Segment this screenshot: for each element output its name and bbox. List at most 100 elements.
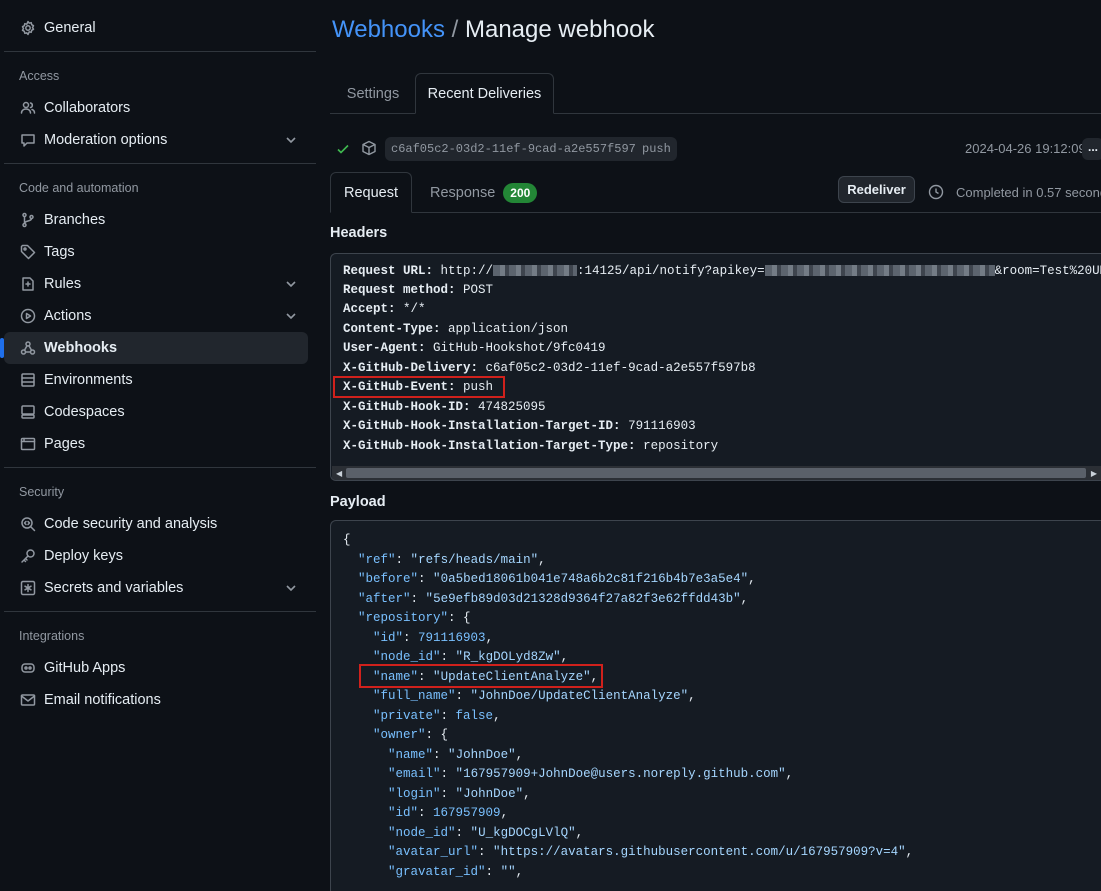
- completed-text: Completed in 0.57 seconds.: [956, 185, 1101, 200]
- sidebar-item-environments[interactable]: Environments: [4, 364, 308, 396]
- breadcrumb-separator: /: [451, 16, 459, 43]
- payload-value: JohnDoe/UpdateClientAnalyze: [478, 689, 681, 703]
- comment-icon: [19, 131, 37, 149]
- sidebar-item-label: Collaborators: [44, 100, 131, 116]
- redacted-ip: [493, 265, 578, 277]
- header-value: */*: [403, 302, 426, 316]
- gear-icon: [19, 19, 37, 37]
- payload-value: 5e9efb89d03d21328d9364f27a82f3e62ffdd43b: [433, 592, 734, 606]
- delivery-timestamp: 2024-04-26 19:12:09: [965, 141, 1086, 156]
- scrollbar-thumb[interactable]: [346, 468, 1086, 478]
- divider: [4, 51, 316, 52]
- payload-line: "repository": {: [358, 611, 471, 625]
- sidebar-item-general[interactable]: General: [4, 12, 308, 44]
- payload-line: "gravatar_id": "",: [388, 865, 524, 879]
- payload-value: 0a5bed18061b041e748a6b2c81f216b4b7e3a5e4: [440, 572, 741, 586]
- payload-line: "email": "167957909+JohnDoe@users.norepl…: [388, 767, 794, 781]
- sidebar-item-branches[interactable]: Branches: [4, 204, 308, 236]
- payload-value: 167957909+JohnDoe@users.noreply.github.c…: [463, 767, 779, 781]
- payload-line: "name": "JohnDoe",: [388, 748, 524, 762]
- tab-response[interactable]: Response 200: [430, 172, 538, 213]
- sidebar-item-label: Codespaces: [44, 404, 125, 420]
- header-value: repository: [643, 439, 719, 453]
- scroll-left-icon[interactable]: ◀: [336, 469, 342, 478]
- sidebar-item-label: Webhooks: [44, 340, 118, 356]
- sidebar-item-email-notifications[interactable]: Email notifications: [4, 684, 308, 716]
- rules-icon: [19, 275, 37, 293]
- header-value: application/json: [448, 322, 569, 336]
- codespaces-icon: [19, 403, 37, 421]
- sidebar-item-label: Environments: [44, 372, 133, 388]
- payload-value: U_kgDOCgLVlQ: [478, 826, 569, 840]
- chevron-down-icon[interactable]: [284, 133, 298, 147]
- payload-line: {: [343, 533, 351, 547]
- sidebar-item-code-security[interactable]: Code security and analysis: [4, 508, 308, 540]
- tag-icon: [19, 243, 37, 261]
- delivery-event-badge: push: [636, 137, 677, 161]
- payload-value: R_kgDOLyd8Zw: [463, 650, 554, 664]
- sidebar-item-collaborators[interactable]: Collaborators: [4, 92, 308, 124]
- sidebar-item-actions[interactable]: Actions: [4, 300, 308, 332]
- header-key: X-GitHub-Hook-Installation-Target-Type: [343, 439, 629, 453]
- play-circle-icon: [19, 307, 37, 325]
- payload-line: "node_id": "R_kgDOLyd8Zw",: [373, 650, 569, 664]
- sidebar-item-deploy-keys[interactable]: Deploy keys: [4, 540, 308, 572]
- page-title-text: Manage webhook: [464, 16, 655, 43]
- sidebar-item-secrets[interactable]: Secrets and variables: [4, 572, 308, 604]
- sidebar-item-pages[interactable]: Pages: [4, 428, 308, 460]
- horizontal-scrollbar[interactable]: ◀ ▶: [332, 466, 1101, 480]
- header-line: X-GitHub-Hook-ID: 474825095: [343, 400, 546, 414]
- apps-icon: [19, 659, 37, 677]
- payload-line: "node_id": "U_kgDOCgLVlQ",: [388, 826, 584, 840]
- headers-heading: Headers: [330, 225, 388, 241]
- sidebar-item-tags[interactable]: Tags: [4, 236, 308, 268]
- header-key: Request method: [343, 283, 449, 297]
- payload-code-box: { "ref": "refs/heads/main", "before": "0…: [330, 520, 1101, 891]
- payload-line: "private": false,: [373, 709, 501, 723]
- sidebar-item-label: Deploy keys: [44, 548, 123, 564]
- header-value: :14125/api/notify?apikey=: [577, 264, 765, 278]
- more-options-button[interactable]: ...: [1082, 138, 1101, 160]
- sidebar-item-webhooks[interactable]: Webhooks: [0, 332, 308, 364]
- header-value: 474825095: [478, 400, 546, 414]
- redacted-apikey: [764, 265, 995, 277]
- tab-settings[interactable]: Settings: [334, 73, 412, 114]
- payload-line: "id": 167957909,: [388, 806, 509, 820]
- sidebar-item-moderation[interactable]: Moderation options: [4, 124, 308, 156]
- sidebar-item-label: Code security and analysis: [44, 516, 218, 532]
- payload-line: "id": 791116903,: [373, 631, 494, 645]
- payload-line: "owner": {: [373, 728, 449, 742]
- delivery-row[interactable]: c6af05c2-03d2-11ef-9cad-a2e557f597b8 pus…: [330, 133, 1101, 165]
- payload-heading: Payload: [330, 494, 386, 510]
- payload-value: JohnDoe: [463, 787, 516, 801]
- redeliver-button[interactable]: Redeliver: [838, 176, 915, 203]
- sidebar-item-codespaces[interactable]: Codespaces: [4, 396, 308, 428]
- payload-line: "after": "5e9efb89d03d21328d9364f27a82f3…: [358, 592, 749, 606]
- chevron-down-icon[interactable]: [284, 581, 298, 595]
- sidebar-item-label: GitHub Apps: [44, 660, 126, 676]
- sidebar-item-rules[interactable]: Rules: [4, 268, 308, 300]
- divider: [4, 611, 316, 612]
- settings-sidebar: General Access Collaborators Moderation …: [0, 0, 316, 891]
- status-code-badge: 200: [503, 182, 538, 203]
- payload-value: 167957909: [433, 806, 501, 820]
- header-key: Request URL: [343, 264, 426, 278]
- main-content: Webhooks / Manage webhook Settings Recen…: [330, 0, 1101, 891]
- highlight-name-box: [359, 664, 603, 688]
- tab-request[interactable]: Request: [330, 172, 412, 213]
- breadcrumb-webhooks-link[interactable]: Webhooks: [332, 16, 445, 43]
- tab-recent-deliveries[interactable]: Recent Deliveries: [415, 73, 554, 114]
- sidebar-item-github-apps[interactable]: GitHub Apps: [4, 652, 308, 684]
- chevron-down-icon[interactable]: [284, 309, 298, 323]
- section-title-security: Security: [19, 485, 65, 499]
- sidebar-item-label: Tags: [44, 244, 75, 260]
- scroll-right-icon[interactable]: ▶: [1091, 469, 1097, 478]
- divider: [4, 467, 316, 468]
- clock-icon: [928, 184, 944, 203]
- section-title-access: Access: [19, 69, 60, 83]
- sidebar-item-label: Actions: [44, 308, 92, 324]
- header-key: X-GitHub-Hook-ID: [343, 400, 464, 414]
- server-icon: [19, 371, 37, 389]
- chevron-down-icon[interactable]: [284, 277, 298, 291]
- sidebar-item-label: General: [44, 20, 96, 36]
